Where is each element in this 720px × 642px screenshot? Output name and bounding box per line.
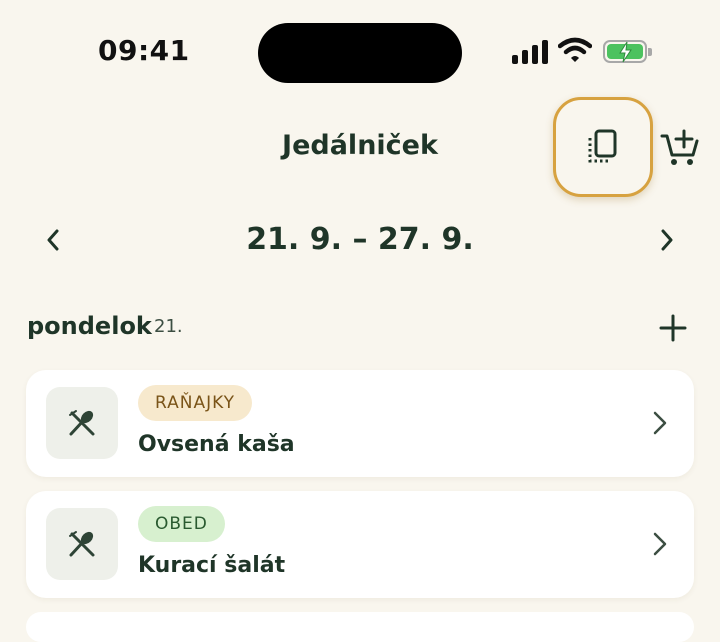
copy-week-button[interactable] (553, 97, 653, 197)
copy-pages-icon (588, 129, 617, 163)
next-week-button[interactable] (652, 225, 682, 255)
dynamic-island (258, 23, 462, 83)
meal-type-badge: OBED (138, 506, 225, 542)
cellular-signal-icon (512, 40, 548, 64)
meal-thumbnail (46, 387, 118, 459)
meal-card-breakfast[interactable]: RAŇAJKY Ovsená kaša (26, 370, 694, 477)
meal-name: Ovsená kaša (138, 432, 295, 457)
day-name: pondelok (27, 312, 152, 340)
day-date: 21. (154, 316, 183, 337)
chevron-right-icon (653, 532, 667, 556)
add-meal-button[interactable] (657, 312, 689, 344)
week-range-label: 21. 9. – 27. 9. (246, 222, 474, 257)
add-to-cart-button[interactable] (660, 128, 700, 168)
meal-thumbnail (46, 508, 118, 580)
plus-icon (659, 314, 687, 342)
meal-name: Kurací šalát (138, 553, 286, 578)
day-header: pondelok 21. (27, 312, 697, 348)
fork-spoon-icon (69, 531, 95, 557)
meal-card-partial[interactable] (26, 612, 694, 642)
battery-charging-icon (603, 40, 652, 63)
fork-spoon-icon (69, 410, 95, 436)
status-time: 09:41 (98, 34, 190, 67)
chevron-right-icon (661, 229, 673, 251)
meal-type-badge: RAŇAJKY (138, 385, 253, 421)
status-bar: 09:41 (0, 0, 720, 104)
add-to-cart-icon (660, 129, 699, 165)
chevron-right-icon (653, 411, 667, 435)
meal-card-lunch[interactable]: OBED Kurací šalát (26, 491, 694, 598)
week-navigator: 21. 9. – 27. 9. (0, 215, 720, 265)
wifi-icon (558, 37, 592, 62)
